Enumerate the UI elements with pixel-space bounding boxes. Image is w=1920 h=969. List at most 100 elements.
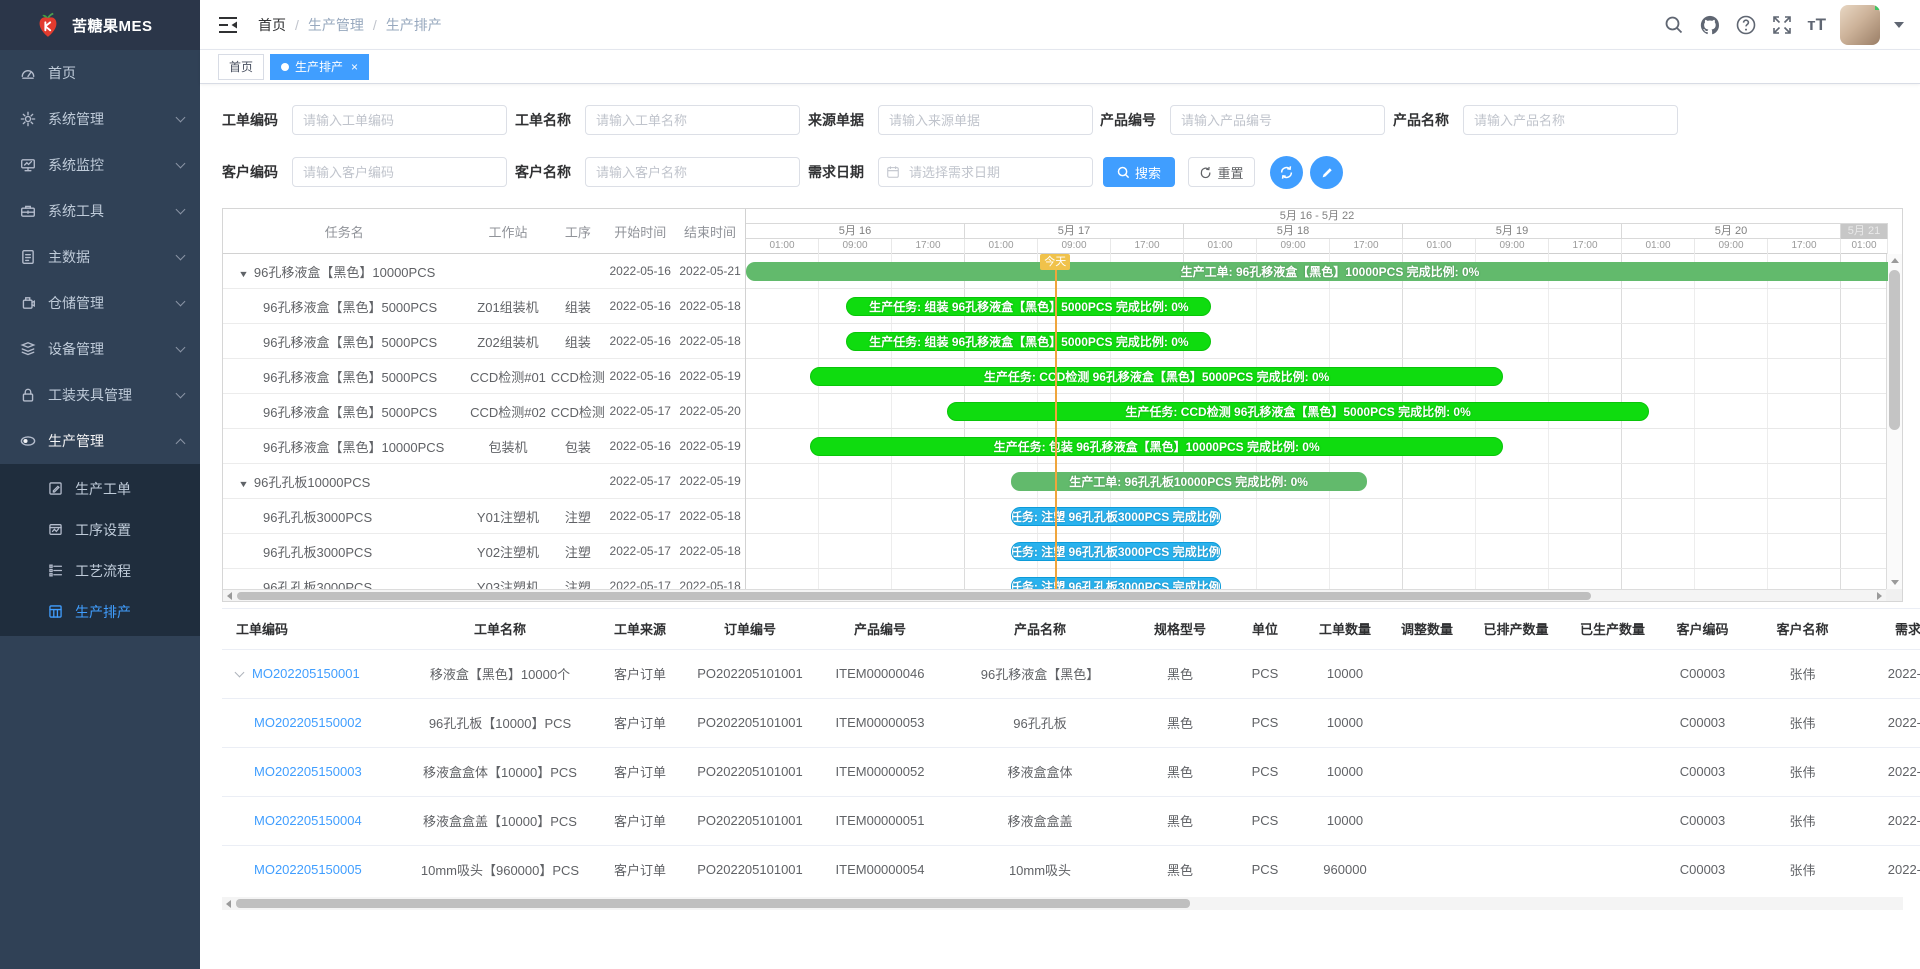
main-area: 首页/生产管理/生产排产 тT 首页生产排产× (200, 0, 1920, 969)
gantt-bar-task[interactable]: 生产任务: 组装 96孔移液盒【黑色】5000PCS 完成比例: 0% (846, 297, 1211, 316)
reset-button[interactable]: 重置 (1188, 157, 1255, 187)
sidebar-item-0[interactable]: 首页 (0, 50, 200, 96)
help-icon[interactable] (1735, 14, 1757, 36)
row-collapse-icon[interactable]: ▼ (238, 479, 249, 489)
gantt-bar-task[interactable]: 生产任务: CCD检测 96孔移液盒【黑色】5000PCS 完成比例: 0% (810, 367, 1504, 386)
orders-hscroll-thumb[interactable] (236, 899, 1190, 908)
gantt-bar-task[interactable]: 生产任务: CCD检测 96孔移液盒【黑色】5000PCS 完成比例: 0% (947, 402, 1650, 421)
chevron-down-icon (176, 251, 186, 261)
layers-icon (20, 341, 36, 357)
gantt-bar-task[interactable]: 生产任务: 组装 96孔移液盒【黑色】5000PCS 完成比例: 0% (846, 332, 1211, 351)
cell-produced (1565, 698, 1660, 747)
scroll-down-arrow-icon[interactable] (1891, 580, 1899, 585)
scroll-left-arrow-icon[interactable] (227, 592, 232, 600)
sidebar-subitem-生产工单[interactable]: 生产工单 (0, 468, 200, 509)
timeline-day-5月 21: 5月 21 (1841, 224, 1888, 239)
gantt-task-row[interactable]: 96孔孔板3000PCSY03注塑机注塑2022-05-172022-05-18 (223, 569, 745, 589)
sidebar-subitem-工艺流程[interactable]: 工艺流程 (0, 550, 200, 591)
sidebar-item-4[interactable]: 主数据 (0, 234, 200, 280)
search-button[interactable]: 搜索 (1103, 157, 1175, 187)
avatar[interactable] (1840, 5, 1880, 45)
sidebar-item-8[interactable]: 生产管理 (0, 418, 200, 464)
order-code-link[interactable]: MO202205150001 (252, 666, 360, 681)
gantt-bar-task-blue[interactable]: 生产任务: 注塑 96孔孔板3000PCS 完成比例: 0% (1011, 542, 1221, 561)
breadcrumb-item-1[interactable]: 生产管理 (308, 15, 364, 35)
task-name: 96孔移液盒【黑色】5000PCS (263, 405, 437, 420)
gantt-hscrollbar[interactable] (223, 589, 1886, 601)
search-icon[interactable] (1663, 14, 1685, 36)
avatar-caret-icon[interactable] (1894, 22, 1904, 28)
chevron-down-icon (176, 389, 186, 399)
timeline-hour-cell: 17:00 (1768, 239, 1841, 254)
font-size-icon[interactable]: тT (1807, 14, 1826, 36)
cell-unit: PCS (1227, 845, 1303, 894)
order-code-link[interactable]: MO202205150003 (254, 764, 362, 779)
gantt-bar-task-blue[interactable]: 生产任务: 注塑 96孔孔板3000PCS 完成比例: 0% (1011, 577, 1221, 589)
breadcrumb-item-0[interactable]: 首页 (258, 15, 286, 35)
gantt-vscrollbar[interactable] (1886, 254, 1902, 589)
orders-hscrollbar[interactable] (222, 897, 1903, 910)
gantt-hscroll-thumb[interactable] (237, 592, 1591, 600)
input-需求日期[interactable] (878, 157, 1093, 187)
task-end: 2022-05-18 (675, 334, 745, 348)
gantt-bar-label: 生产任务: 组装 96孔移液盒【黑色】5000PCS 完成比例: 0% (869, 298, 1188, 315)
task-process: 注塑 (550, 577, 605, 590)
gantt-bar-task[interactable]: 生产任务: 包装 96孔移液盒【黑色】10000PCS 完成比例: 0% (810, 437, 1504, 456)
sidebar-subitem-工序设置[interactable]: 工序设置 (0, 509, 200, 550)
order-code-link[interactable]: MO202205150002 (254, 715, 362, 730)
orders-col-header: 客户名称 (1745, 609, 1860, 649)
sidebar-item-3[interactable]: 系统工具 (0, 188, 200, 234)
sidebar-item-1[interactable]: 系统管理 (0, 96, 200, 142)
sidebar-item-5[interactable]: 仓储管理 (0, 280, 200, 326)
gantt-table-header: 任务名工作站工序开始时间结束时间 (223, 209, 745, 254)
sidebar-item-2[interactable]: 系统监控 (0, 142, 200, 188)
sidebar-subitem-label: 工序设置 (75, 520, 131, 540)
gantt-task-row[interactable]: 96孔移液盒【黑色】5000PCSZ02组装机组装2022-05-162022-… (223, 324, 745, 359)
sidebar-collapse-icon[interactable] (216, 13, 240, 37)
timeline-day-5月 20: 5月 20 (1622, 224, 1841, 239)
order-code-link[interactable]: MO202205150005 (254, 862, 362, 877)
gantt-task-row[interactable]: ▼96孔孔板10000PCS2022-05-172022-05-19 (223, 464, 745, 499)
sidebar-submenu: 生产工单工序设置工艺流程生产排产 (0, 464, 200, 636)
row-collapse-icon[interactable]: ▼ (238, 269, 249, 279)
gantt-bar-order[interactable]: 生产工单: 96孔孔板10000PCS 完成比例: 0% (1011, 472, 1367, 491)
timeline-hour-cell: 09:00 (819, 239, 892, 254)
github-icon[interactable] (1699, 14, 1721, 36)
gantt-task-row[interactable]: 96孔孔板3000PCSY01注塑机注塑2022-05-172022-05-18 (223, 499, 745, 534)
sidebar-item-7[interactable]: 工装夹具管理 (0, 372, 200, 418)
refresh-gantt-button[interactable] (1270, 156, 1303, 189)
gantt-task-row[interactable]: 96孔移液盒【黑色】5000PCSZ01组装机组装2022-05-162022-… (223, 289, 745, 324)
tab-生产排产[interactable]: 生产排产× (270, 54, 369, 80)
sidebar-item-6[interactable]: 设备管理 (0, 326, 200, 372)
gantt-task-row[interactable]: 96孔移液盒【黑色】5000PCSCCD检测#01CCD检测2022-05-16… (223, 359, 745, 394)
input-工单名称[interactable] (585, 105, 800, 135)
input-客户名称[interactable] (585, 157, 800, 187)
input-客户编码[interactable] (292, 157, 507, 187)
cell-customer_name: 张伟 (1745, 698, 1860, 747)
edit-button[interactable] (1310, 156, 1343, 189)
input-产品名称[interactable] (1463, 105, 1678, 135)
field-input-wrap (585, 157, 800, 187)
row-expand-icon[interactable] (235, 668, 245, 678)
topbar: 首页/生产管理/生产排产 тT (200, 0, 1920, 50)
tab-首页[interactable]: 首页 (218, 54, 264, 80)
scroll-left-arrow-icon[interactable] (226, 900, 231, 908)
gantt-task-row[interactable]: 96孔移液盒【黑色】5000PCSCCD检测#02CCD检测2022-05-17… (223, 394, 745, 429)
gantt-vscroll-thumb[interactable] (1889, 270, 1900, 430)
scroll-up-arrow-icon[interactable] (1891, 258, 1899, 263)
tab-close-icon[interactable]: × (351, 61, 358, 73)
input-来源单据[interactable] (878, 105, 1093, 135)
gantt-bar-task-blue[interactable]: 生产任务: 注塑 96孔孔板3000PCS 完成比例: 0% (1011, 507, 1221, 526)
scroll-right-arrow-icon[interactable] (1877, 592, 1882, 600)
orders-col-header: 工单编码 (222, 609, 407, 649)
order-code-link[interactable]: MO202205150004 (254, 813, 362, 828)
gantt-task-row[interactable]: 96孔孔板3000PCSY02注塑机注塑2022-05-172022-05-18 (223, 534, 745, 569)
cell-code: MO202205150003 (222, 747, 407, 796)
input-产品编号[interactable] (1170, 105, 1385, 135)
gantt-task-row[interactable]: 96孔移液盒【黑色】10000PCS包装机包装2022-05-162022-05… (223, 429, 745, 464)
gantt-bar-order[interactable]: 生产工单: 96孔移液盒【黑色】10000PCS 完成比例: 0% (746, 262, 1888, 281)
gantt-task-row[interactable]: ▼96孔移液盒【黑色】10000PCS2022-05-162022-05-21 (223, 254, 745, 289)
input-工单编码[interactable] (292, 105, 507, 135)
sidebar-subitem-生产排产[interactable]: 生产排产 (0, 591, 200, 632)
fullscreen-icon[interactable] (1771, 14, 1793, 36)
